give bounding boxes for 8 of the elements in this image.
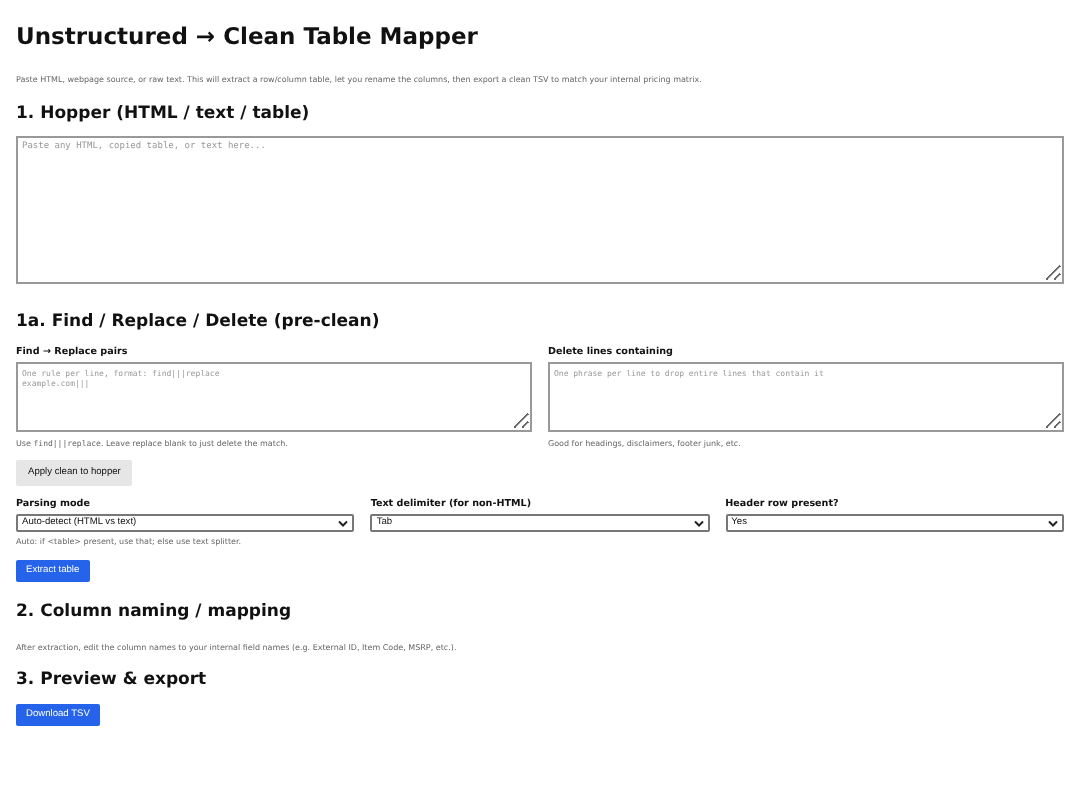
- section-heading: 1. Hopper (HTML / text / table): [16, 104, 310, 124]
- chevron-down-icon: [693, 519, 704, 527]
- chevron-down-icon: [1047, 519, 1058, 527]
- section-heading: 2. Column naming / mapping: [16, 602, 292, 622]
- section-heading: 3. Preview & export: [16, 670, 207, 690]
- page-title: Unstructured → Clean Table Mapper: [16, 22, 478, 50]
- chevron-down-icon: [338, 519, 349, 527]
- section-heading: 1a. Find / Replace / Delete (pre-clean): [16, 312, 380, 332]
